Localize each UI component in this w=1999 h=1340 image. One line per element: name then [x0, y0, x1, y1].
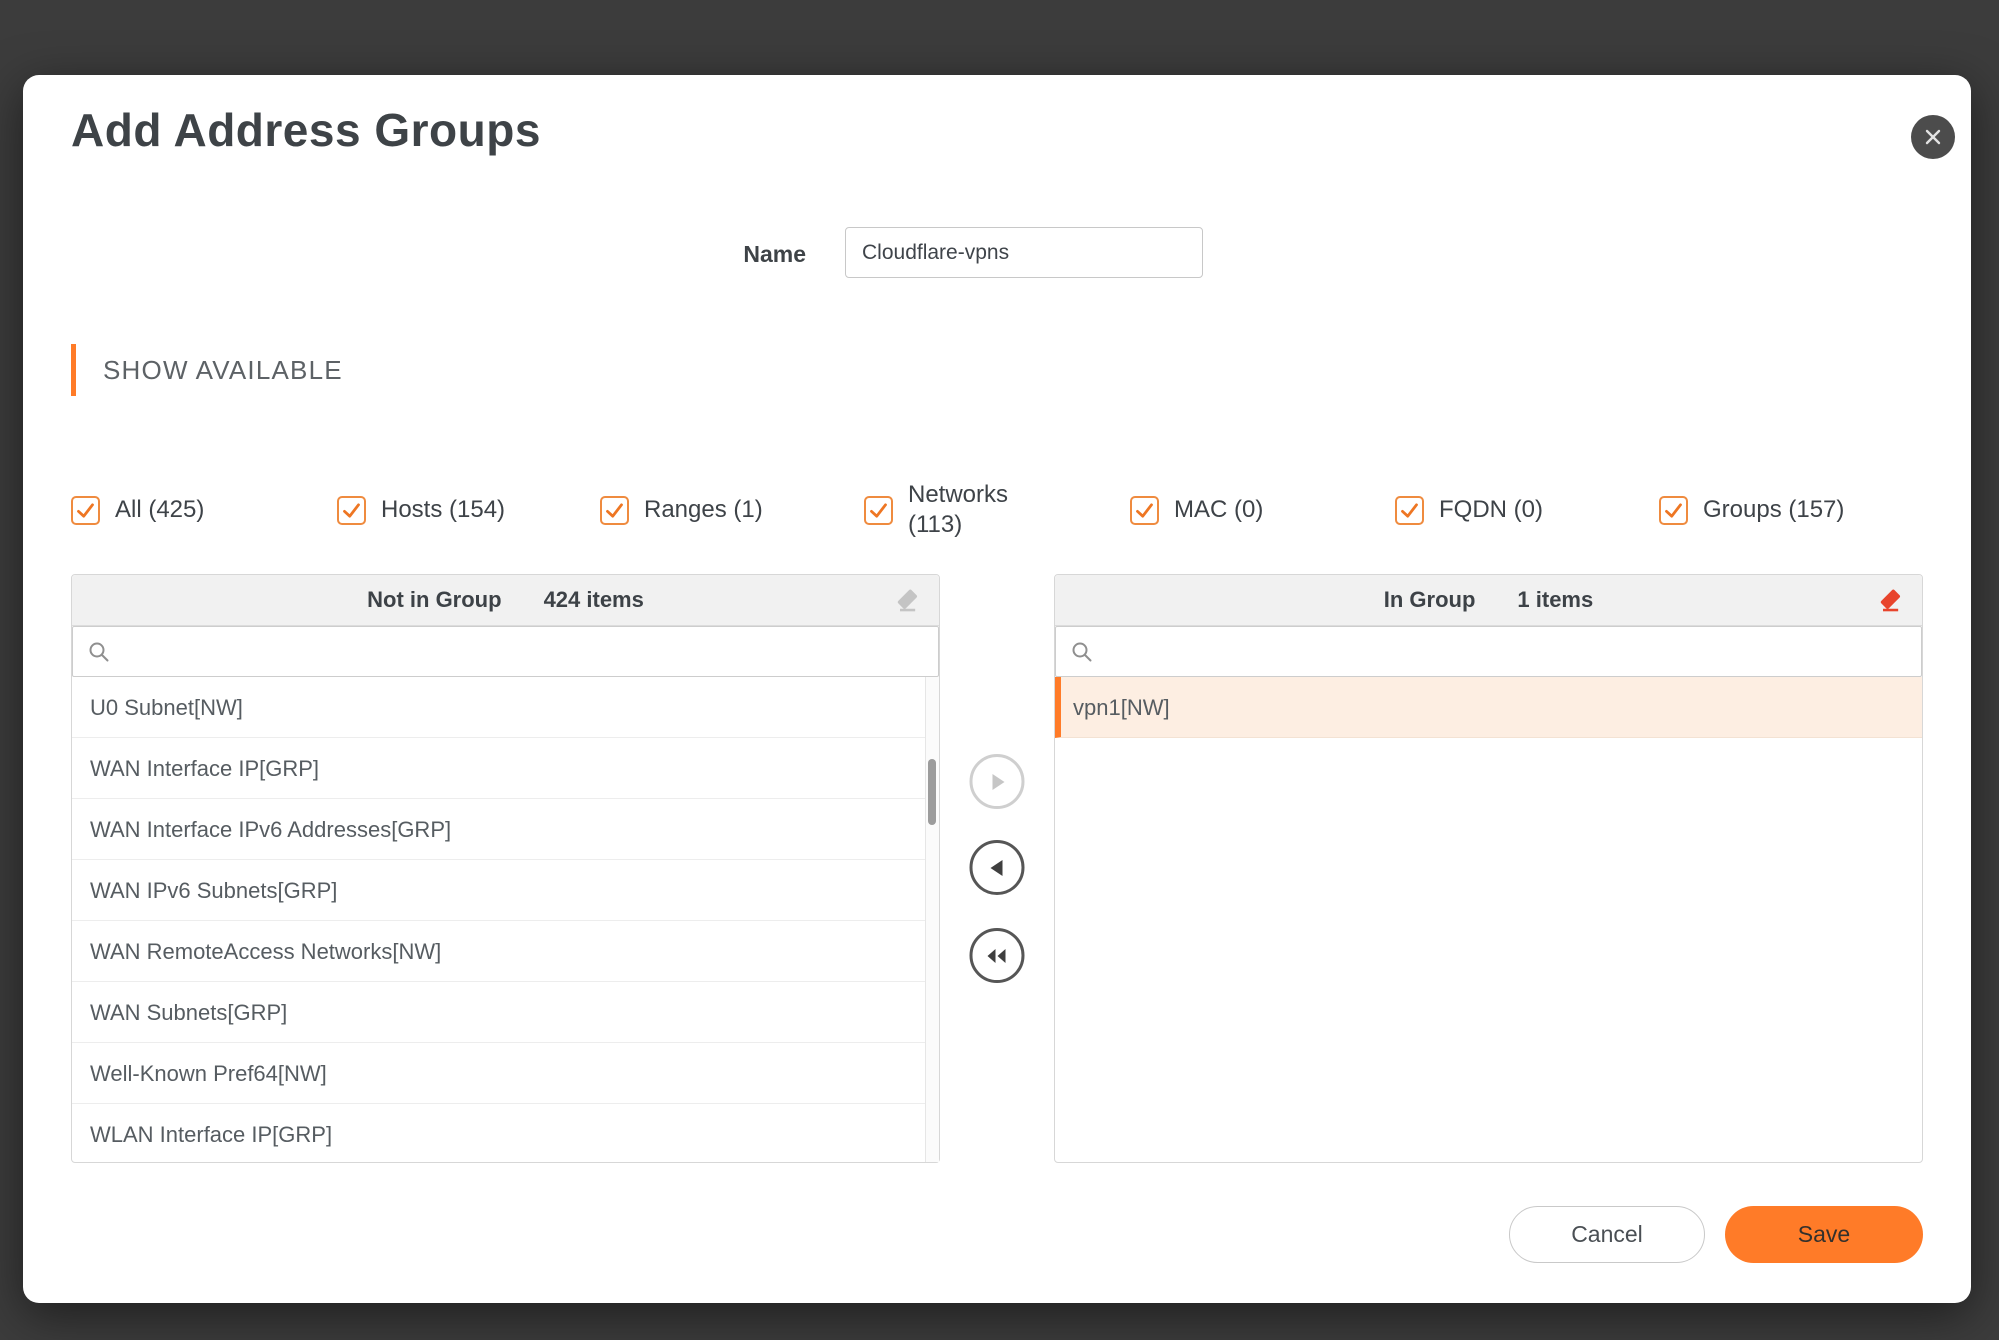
show-available-header: SHOW AVAILABLE: [71, 344, 343, 396]
list-item[interactable]: WLAN Interface IP[GRP]: [72, 1104, 939, 1162]
check-icon: [606, 502, 623, 518]
checkbox-all[interactable]: [71, 495, 100, 525]
cancel-button[interactable]: Cancel: [1509, 1206, 1705, 1263]
checkbox-ranges[interactable]: [600, 495, 629, 525]
filter-fqdn: FQDN (0): [1395, 475, 1543, 545]
eraser-icon: [897, 589, 917, 612]
list-item[interactable]: WAN IPv6 Subnets[GRP]: [72, 860, 939, 921]
checkbox-hosts[interactable]: [337, 495, 366, 525]
search-icon: [89, 642, 109, 661]
list-item[interactable]: U0 Subnet[NW]: [72, 677, 939, 738]
clear-not-in-group-button[interactable]: [891, 584, 923, 616]
filter-row: All (425) Hosts (154) Ranges (1) Network…: [23, 475, 1971, 545]
in-group-header: In Group 1 items: [1055, 575, 1922, 626]
in-group-list: vpn1[NW]: [1055, 677, 1922, 1162]
list-item[interactable]: WAN RemoteAccess Networks[NW]: [72, 921, 939, 982]
close-icon: [1925, 129, 1941, 145]
filter-hosts-label: Hosts (154): [381, 496, 506, 523]
filter-all-label: All (425): [115, 496, 205, 523]
arrow-left-icon: [990, 859, 1002, 876]
in-group-search-input[interactable]: [1104, 627, 1907, 676]
filter-fqdn-label: FQDN (0): [1439, 496, 1543, 523]
checkbox-networks[interactable]: [864, 495, 893, 525]
transfer-controls: [940, 574, 1054, 1163]
in-group-count: 1 items: [1517, 587, 1594, 612]
scrollbar-track[interactable]: [925, 677, 939, 1162]
not-in-group-panel: Not in Group 424 items U0 Subnet[NW] WAN…: [71, 574, 940, 1163]
check-icon: [870, 502, 887, 518]
move-right-button[interactable]: [969, 754, 1025, 809]
list-item[interactable]: WAN Interface IPv6 Addresses[GRP]: [72, 799, 939, 860]
close-button[interactable]: [1911, 115, 1955, 159]
arrow-right-icon: [992, 773, 1004, 790]
not-in-group-header: Not in Group 424 items: [72, 575, 939, 626]
show-available-label: SHOW AVAILABLE: [103, 354, 343, 385]
list-item[interactable]: WAN Interface IP[GRP]: [72, 738, 939, 799]
check-icon: [343, 502, 360, 518]
not-in-group-search: [72, 626, 939, 677]
list-item[interactable]: WAN Subnets[GRP]: [72, 982, 939, 1043]
in-group-search: [1055, 626, 1922, 677]
not-in-group-title: Not in Group: [367, 587, 502, 612]
checkbox-fqdn[interactable]: [1395, 495, 1424, 525]
list-item[interactable]: Well-Known Pref64[NW]: [72, 1043, 939, 1104]
filter-ranges-label: Ranges (1): [644, 496, 763, 523]
not-in-group-search-input[interactable]: [121, 627, 924, 676]
filter-networks: Networks (113): [864, 475, 1023, 545]
double-arrow-left-icon: [987, 948, 1006, 963]
filter-all: All (425): [71, 475, 204, 545]
filter-groups: Groups (157): [1659, 475, 1844, 545]
check-icon: [77, 502, 94, 518]
filter-groups-label: Groups (157): [1703, 496, 1845, 523]
check-icon: [1136, 502, 1153, 518]
filter-hosts: Hosts (154): [337, 475, 505, 545]
add-address-groups-dialog: Add Address Groups Name SHOW AVAILABLE A…: [23, 75, 1971, 1303]
scrollbar-thumb[interactable]: [928, 759, 936, 825]
move-left-button[interactable]: [969, 840, 1025, 895]
filter-mac: MAC (0): [1130, 475, 1263, 545]
clear-in-group-button[interactable]: [1874, 584, 1906, 616]
eraser-icon: [1880, 589, 1900, 612]
list-item-selected[interactable]: vpn1[NW]: [1055, 677, 1922, 738]
checkbox-mac[interactable]: [1130, 495, 1159, 525]
save-button[interactable]: Save: [1725, 1206, 1923, 1263]
not-in-group-count: 424 items: [543, 587, 644, 612]
filter-ranges: Ranges (1): [600, 475, 763, 545]
filter-networks-label: Networks (113): [908, 481, 1009, 538]
dialog-title: Add Address Groups: [71, 104, 541, 156]
name-label: Name: [743, 241, 806, 267]
checkbox-groups[interactable]: [1659, 495, 1688, 525]
move-all-left-button[interactable]: [969, 928, 1025, 983]
name-input[interactable]: [845, 227, 1203, 278]
search-icon: [1072, 642, 1092, 661]
in-group-title: In Group: [1383, 587, 1476, 612]
check-icon: [1401, 502, 1418, 518]
check-icon: [1665, 502, 1682, 518]
in-group-panel: In Group 1 items vpn1[NW]: [1054, 574, 1923, 1163]
filter-mac-label: MAC (0): [1174, 496, 1264, 523]
not-in-group-list: U0 Subnet[NW] WAN Interface IP[GRP] WAN …: [72, 677, 939, 1162]
